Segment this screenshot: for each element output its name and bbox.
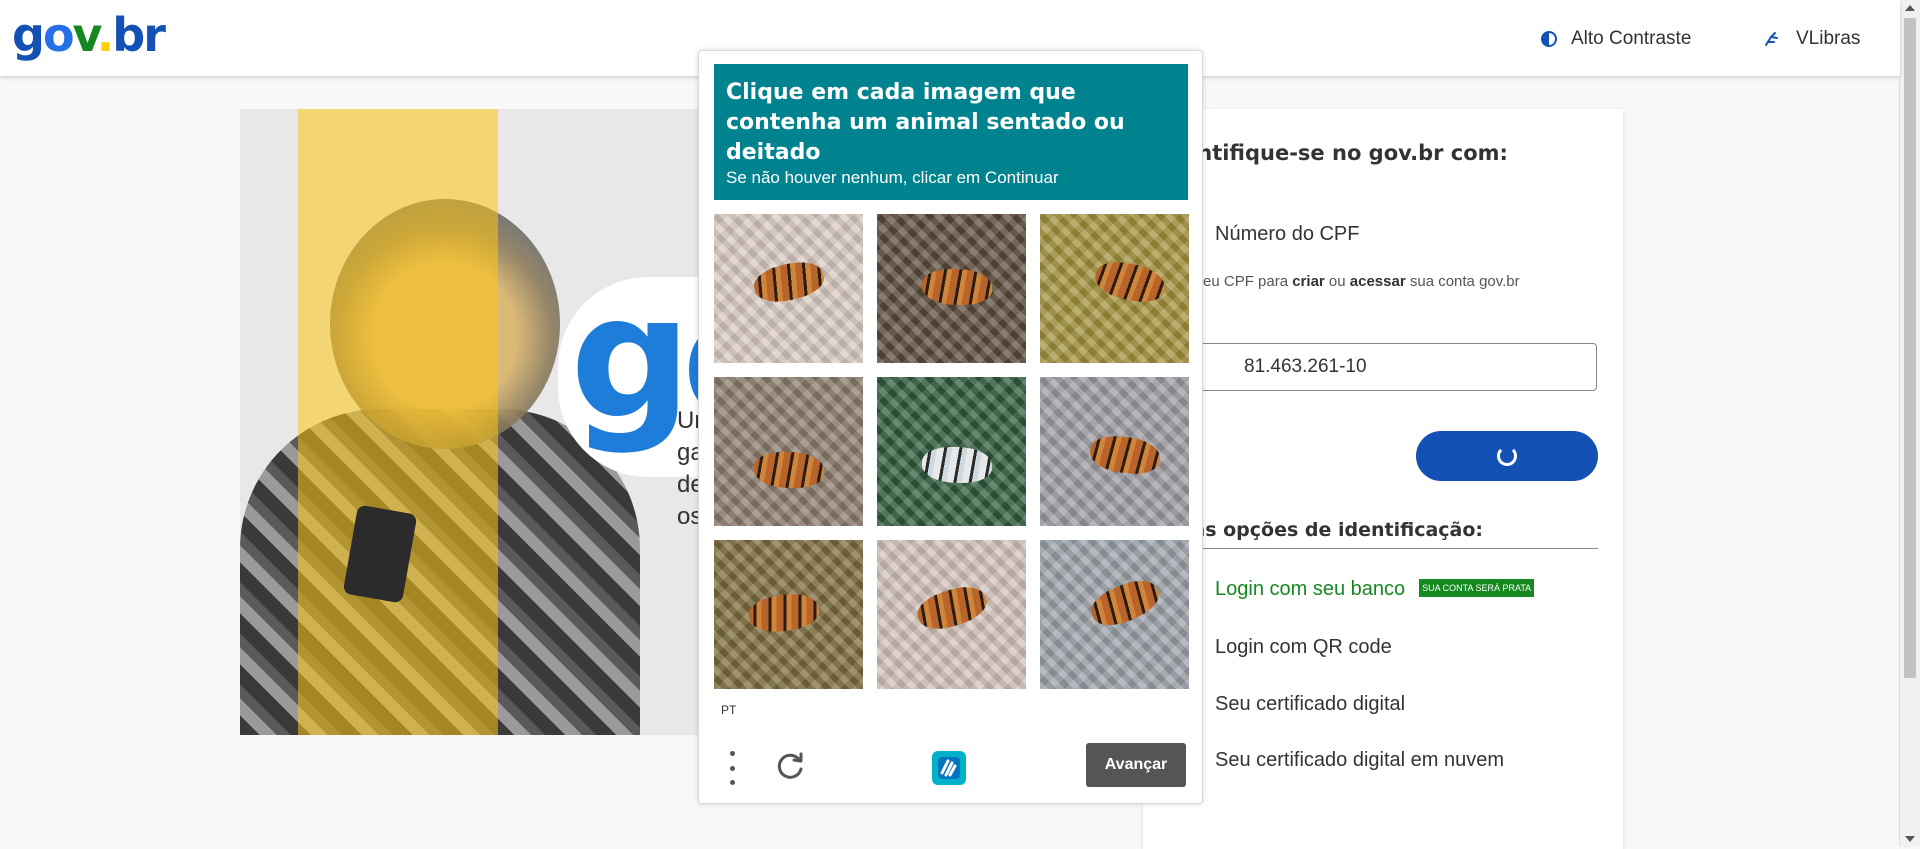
vlibras-label: VLibras (1796, 28, 1861, 49)
captcha-footer: Avançar (699, 731, 1202, 803)
digital-certificate-option[interactable]: Seu certificado digital (1215, 693, 1405, 716)
high-contrast-label: Alto Contraste (1571, 28, 1692, 49)
govbr-logo[interactable]: gov.br (12, 8, 166, 62)
contrast-icon (1541, 31, 1557, 47)
cpf-input[interactable]: 81.463.261-10 (1183, 343, 1597, 391)
continue-button[interactable] (1416, 431, 1598, 481)
hcaptcha-challenge: Clique em cada imagem que contenha um an… (698, 50, 1203, 804)
captcha-prompt-header: Clique em cada imagem que contenha um an… (714, 64, 1188, 200)
tiger-shape (754, 452, 824, 488)
tiger-shape (922, 269, 992, 305)
logo-br: br (112, 8, 166, 62)
captcha-tile[interactable] (1040, 540, 1189, 689)
qr-code-login-option[interactable]: Login com QR code (1215, 636, 1392, 659)
bank-login-option[interactable]: Login com seu banco SUA CONTA SERÁ PRATA (1215, 578, 1535, 601)
captcha-tile[interactable] (877, 377, 1026, 526)
refresh-icon[interactable] (774, 749, 808, 783)
yellow-overlay (298, 109, 498, 735)
cpf-option[interactable]: Número do CPF (1215, 223, 1360, 246)
cpf-help-mid: ou (1324, 273, 1350, 290)
page-scrollbar[interactable] (1899, 0, 1920, 847)
bank-login-label: Login com seu banco (1215, 578, 1406, 600)
cpf-help-criar: criar (1292, 273, 1325, 290)
logo-v: v (72, 8, 99, 62)
vlibras-hand-icon (1765, 32, 1778, 46)
captcha-tile[interactable] (714, 540, 863, 689)
login-card: entifique-se no gov.br com: Número do CP… (1143, 109, 1623, 849)
captcha-question: Clique em cada imagem que contenha um an… (726, 80, 1125, 165)
language-selector[interactable]: PT (721, 703, 736, 717)
logo-dot: . (96, 8, 115, 62)
scroll-down-arrow-icon[interactable] (1905, 836, 1915, 842)
captcha-tile[interactable] (714, 214, 863, 363)
divider (1183, 548, 1598, 549)
vlibras-link[interactable]: VLibras (1762, 28, 1860, 50)
menu-dots-icon[interactable] (726, 751, 738, 785)
cloud-certificate-option[interactable]: Seu certificado digital em nuvem (1215, 749, 1504, 772)
hcaptcha-logo-icon (932, 751, 966, 785)
loading-spinner-icon (1497, 446, 1517, 466)
captcha-tile[interactable] (877, 214, 1026, 363)
high-contrast-link[interactable]: Alto Contraste (1541, 28, 1691, 50)
captcha-tile[interactable] (714, 377, 863, 526)
scroll-thumb[interactable] (1904, 18, 1916, 678)
tiger-shape (922, 447, 992, 483)
captcha-subtitle: Se não houver nenhum, clicar em Continua… (726, 168, 1059, 187)
cpf-help-text: e seu CPF para criar ou acessar sua cont… (1183, 273, 1520, 290)
scroll-up-arrow-icon[interactable] (1905, 5, 1915, 11)
captcha-image-grid (714, 214, 1189, 689)
captcha-tile[interactable] (1040, 214, 1189, 363)
logo-o: o (42, 8, 75, 62)
cpf-help-post: sua conta gov.br (1405, 273, 1520, 290)
login-title: entifique-se no gov.br com: (1183, 141, 1508, 165)
other-options-title: ras opções de identificação: (1183, 519, 1484, 541)
captcha-tile[interactable] (877, 540, 1026, 689)
next-button[interactable]: Avançar (1086, 743, 1186, 787)
captcha-tile[interactable] (1040, 377, 1189, 526)
logo-g: g (12, 8, 45, 62)
silver-account-badge: SUA CONTA SERÁ PRATA (1419, 578, 1535, 597)
cpf-help-acessar: acessar (1349, 273, 1406, 290)
